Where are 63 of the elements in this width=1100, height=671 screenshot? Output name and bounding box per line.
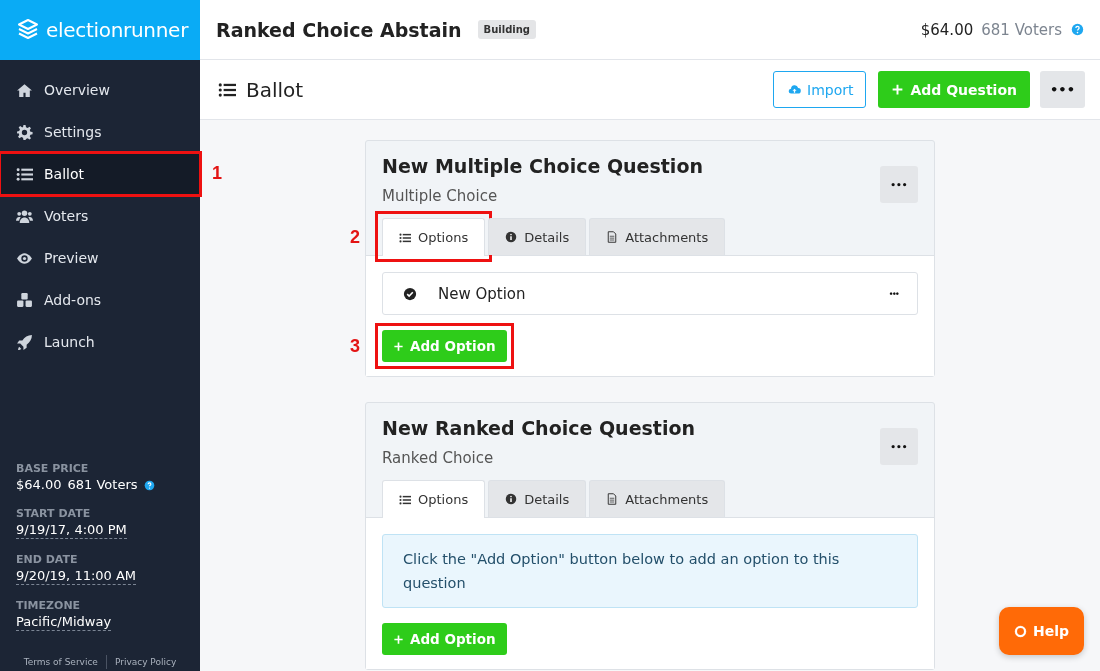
plus-icon [393, 340, 404, 352]
list-icon [399, 493, 411, 506]
layers-icon [16, 18, 40, 42]
callout-number: 2 [350, 226, 360, 247]
lifebuoy-icon [1013, 624, 1027, 638]
tab[interactable]: Details [488, 480, 587, 517]
cubes-icon [16, 291, 33, 309]
info-value: $64.00 [16, 477, 62, 493]
sidebar-item[interactable]: Settings [0, 111, 200, 153]
more-button[interactable]: ••• [1040, 71, 1085, 108]
more-button[interactable]: ••• [880, 166, 918, 203]
more-button[interactable]: ••• [889, 288, 899, 299]
gear-icon [16, 123, 33, 141]
tab[interactable]: Options [382, 218, 486, 256]
option-label: New Option [438, 284, 526, 303]
plus-icon [891, 83, 905, 96]
question-type: Ranked Choice [382, 449, 495, 467]
voters-count: 681 Voters [981, 20, 1062, 39]
list-icon [218, 80, 236, 99]
info-icon [505, 493, 518, 505]
info-icon [505, 231, 518, 243]
callout-number: 1 [212, 163, 222, 184]
info-value: Pacific/Midway [16, 614, 112, 631]
election-title: Ranked Choice Abstain [216, 18, 462, 41]
info-value: 681 Voters [67, 477, 138, 493]
info-notice: Click the "Add Option" button below to add an option to this question [382, 534, 918, 608]
tab[interactable]: Options [382, 480, 486, 518]
sidebar-item[interactable]: Ballot [0, 153, 200, 195]
document-icon [606, 493, 619, 505]
tab[interactable]: Details [488, 218, 587, 255]
tab[interactable]: Attachments [589, 218, 726, 255]
info-label: BASE PRICE [16, 462, 89, 475]
sidebar-item[interactable]: Launch [0, 321, 200, 363]
help-icon[interactable] [143, 479, 155, 491]
sidebar-item[interactable]: Overview [0, 69, 200, 111]
info-label: TIMEZONE [16, 599, 81, 612]
footer-link[interactable]: Terms of Service [23, 657, 98, 667]
more-button[interactable]: ••• [880, 428, 918, 465]
question-title: New Ranked Choice Question [382, 417, 696, 439]
document-icon [606, 231, 619, 243]
list-icon [399, 231, 411, 244]
info-value: 9/20/19, 11:00 AM [16, 568, 137, 585]
sidebar-item[interactable]: Voters [0, 195, 200, 237]
check-circle-icon [403, 286, 417, 301]
rocket-icon [16, 333, 33, 351]
page-title: Ballot [246, 77, 304, 102]
sidebar-item[interactable]: Add-ons [0, 279, 200, 321]
callout-number: 3 [350, 335, 360, 357]
list-icon [16, 165, 33, 183]
plus-icon [393, 633, 404, 645]
info-label: END DATE [16, 553, 78, 566]
logo-text: electionrunner [46, 18, 189, 42]
info-value: 9/19/17, 4:00 PM [16, 522, 127, 539]
price-text: $64.00 [920, 20, 974, 39]
home-icon [16, 81, 33, 99]
footer-link[interactable]: Privacy Policy [114, 657, 177, 667]
question-type: Multiple Choice [382, 187, 499, 205]
question-title: New Multiple Choice Question [382, 155, 704, 177]
cloud-upload-icon [788, 83, 801, 96]
sidebar-item[interactable]: Preview [0, 237, 200, 279]
status-badge: Building [477, 20, 537, 39]
tab[interactable]: Attachments [589, 480, 726, 517]
info-label: START DATE [16, 507, 91, 520]
